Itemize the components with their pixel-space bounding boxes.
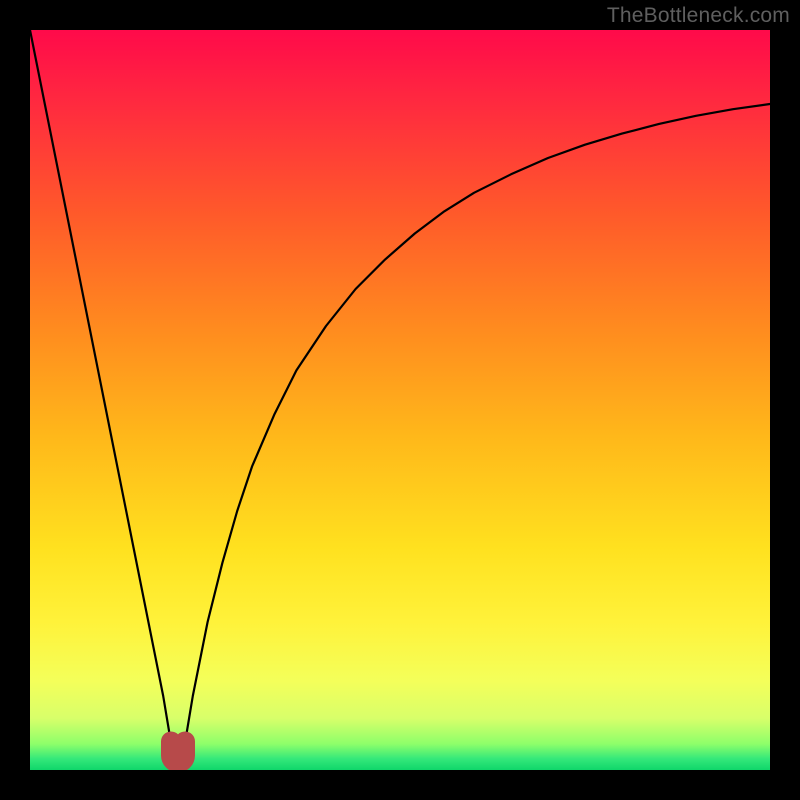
minimum-marker-icon: [161, 732, 195, 771]
plot-area: [30, 30, 770, 770]
bottleneck-chart: [30, 30, 770, 770]
gradient-background: [30, 30, 770, 770]
chart-frame: TheBottleneck.com: [0, 0, 800, 800]
watermark-text: TheBottleneck.com: [607, 4, 790, 28]
